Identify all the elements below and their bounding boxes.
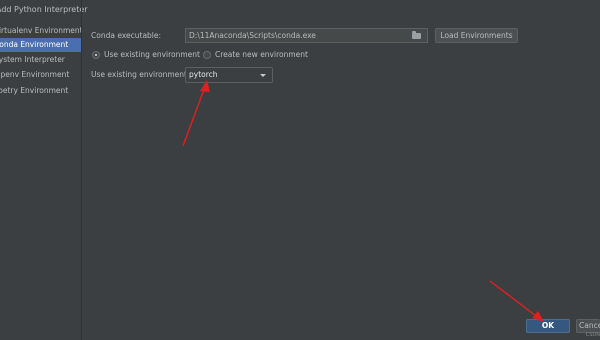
existing-environment-select[interactable]: pytorch <box>185 67 273 83</box>
add-python-interpreter-dialog: Add Python Interpreter Virtualenv Enviro… <box>0 0 600 340</box>
sidebar-item-system[interactable]: System Interpreter <box>0 53 81 67</box>
existing-environment-value: pytorch <box>189 70 218 79</box>
sidebar-divider <box>81 0 82 340</box>
cancel-button[interactable]: Cancel <box>576 319 600 333</box>
load-environments-button[interactable]: Load Environments <box>435 28 518 43</box>
folder-icon[interactable] <box>412 31 421 39</box>
annotation-arrow-ok <box>489 280 541 320</box>
cancel-button-label: Cancel <box>579 321 600 330</box>
conda-executable-value: D:\11Anaconda\Scripts\conda.exe <box>189 31 316 40</box>
use-existing-environment-radio[interactable] <box>92 51 100 59</box>
conda-executable-field[interactable]: D:\11Anaconda\Scripts\conda.exe <box>185 28 428 43</box>
sidebar-item-conda[interactable]: Conda Environment <box>0 38 81 52</box>
create-new-environment-radio[interactable] <box>203 51 211 59</box>
interpreter-type-sidebar: Virtualenv Environment Conda Environment… <box>0 20 81 340</box>
sidebar-item-poetry[interactable]: Poetry Environment <box>0 84 81 98</box>
dialog-title: Add Python Interpreter <box>0 5 88 14</box>
sidebar-item-pipenv[interactable]: Pipenv Environment <box>0 68 81 82</box>
conda-executable-label: Conda executable: <box>91 31 162 40</box>
sidebar-item-virtualenv[interactable]: Virtualenv Environment <box>0 24 81 38</box>
annotation-arrow-env <box>182 83 207 147</box>
watermark: CSDN <box>585 332 600 338</box>
chevron-down-icon <box>260 74 266 77</box>
existing-environment-label: Use existing environment: <box>91 70 190 79</box>
create-new-environment-radio-label[interactable]: Create new environment <box>215 50 308 59</box>
ok-button[interactable]: OK <box>526 319 570 333</box>
use-existing-environment-radio-label[interactable]: Use existing environment <box>104 50 200 59</box>
